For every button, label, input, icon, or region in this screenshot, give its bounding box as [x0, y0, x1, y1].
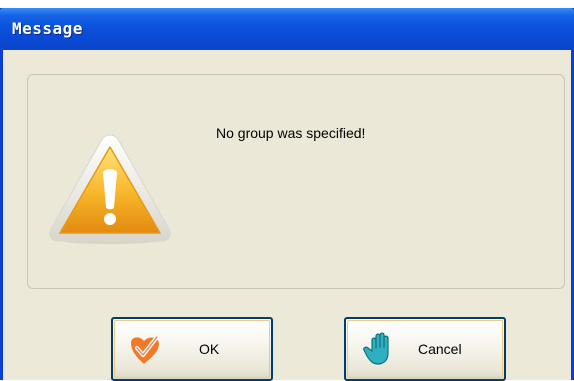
window-title: Message [12, 19, 83, 38]
message-dialog: Message No group was specified! OK Cance… [0, 8, 574, 381]
hand-stop-icon [363, 332, 389, 365]
title-bar[interactable]: Message [0, 8, 574, 50]
checkmark-icon [131, 335, 159, 364]
message-panel: No group was specified! [27, 74, 565, 289]
message-text: No group was specified! [216, 125, 366, 141]
ok-button-label: OK [199, 341, 220, 357]
ok-button[interactable]: OK [111, 317, 273, 381]
cancel-button-label: Cancel [418, 341, 462, 357]
warning-triangle-icon [49, 134, 171, 244]
cancel-button[interactable]: Cancel [344, 317, 506, 381]
